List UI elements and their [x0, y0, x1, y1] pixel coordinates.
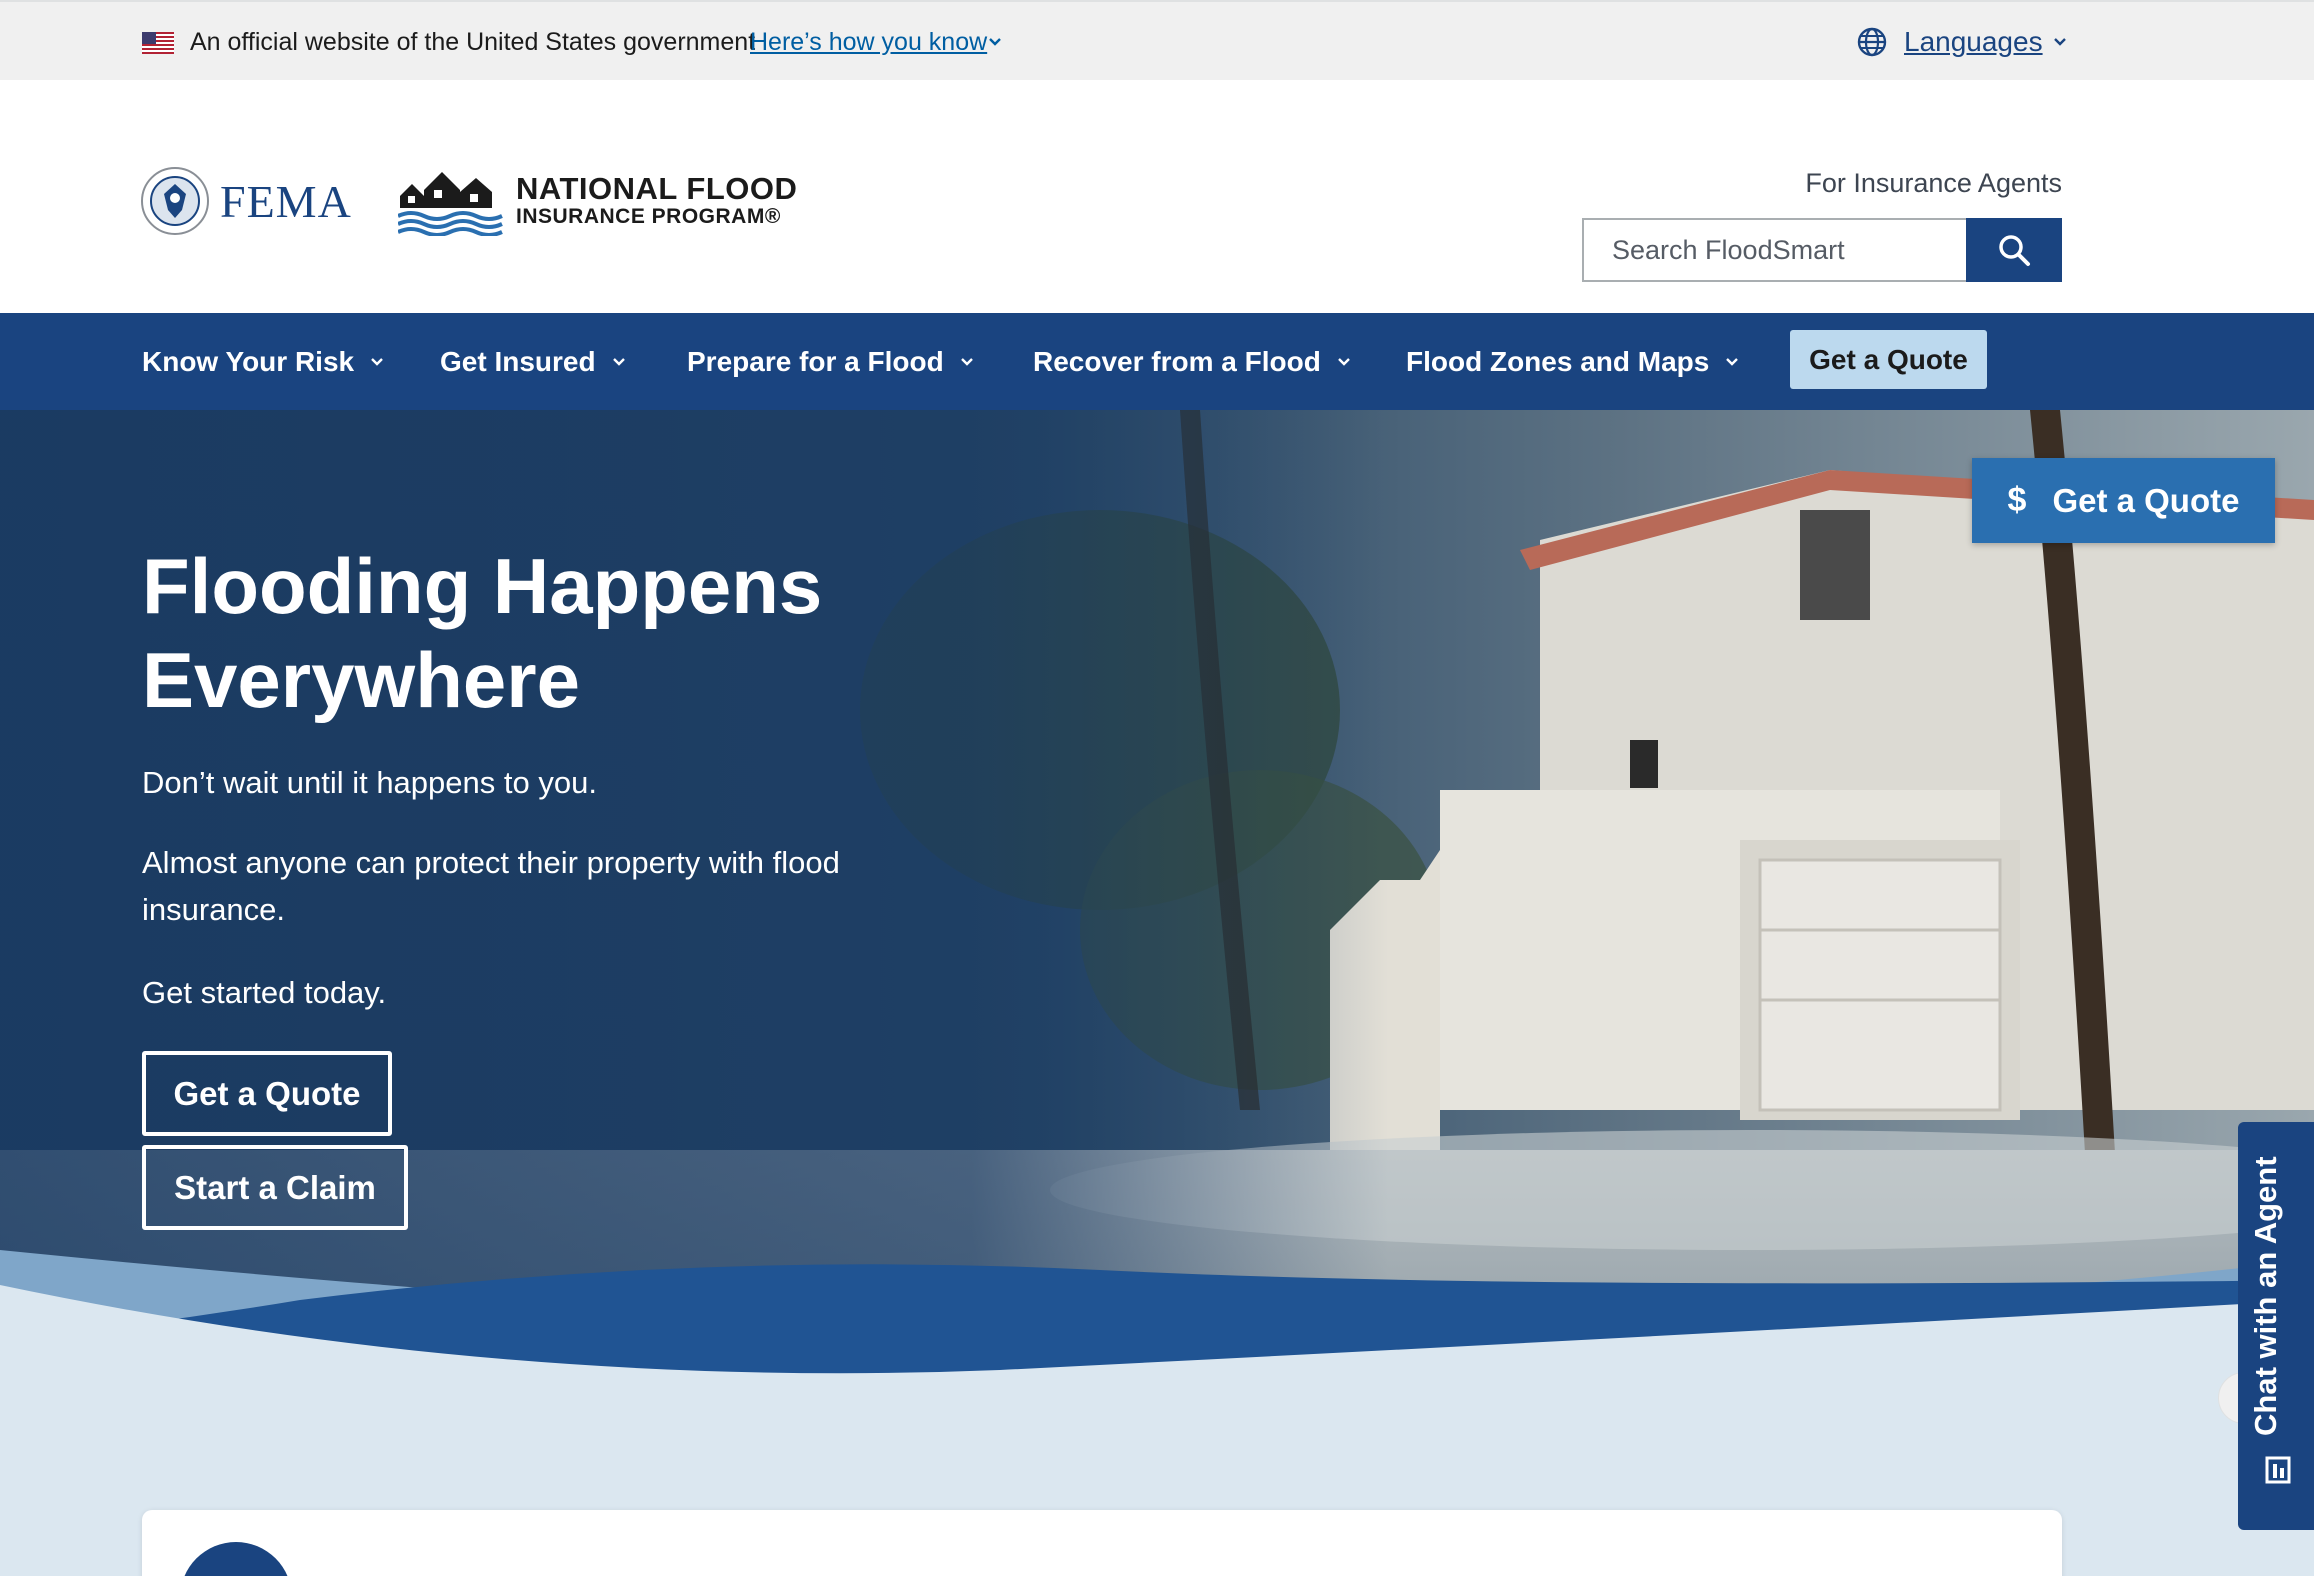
nav-flood-zones-and-maps[interactable]: Flood Zones and Maps [1406, 313, 1741, 410]
us-flag-icon [142, 32, 174, 54]
hero-title: Flooding Happens Everywhere [142, 542, 823, 724]
chevron-down-icon [2053, 38, 2066, 46]
fema-wordmark: FEMA [220, 175, 352, 227]
nav-label: Recover from a Flood [1033, 345, 1321, 377]
hero-paragraph-2: Almost anyone can protect their property… [142, 845, 840, 927]
chevron-down-icon [960, 357, 973, 366]
main-nav: Know Your Risk Get Insured Prepare for a… [0, 313, 2314, 410]
search-icon [1999, 235, 2030, 266]
dhs-seal-icon [141, 167, 209, 235]
languages-label: Languages [1904, 26, 2043, 57]
nav-recover-from-a-flood[interactable]: Recover from a Flood [1033, 313, 1353, 410]
nav-get-a-quote-button[interactable]: Get a Quote [1790, 330, 1987, 389]
nfip-line-1: NATIONAL FLOOD [516, 171, 798, 206]
gov-banner: An official website of the United States… [0, 0, 2314, 80]
nav-label: Get Insured [440, 345, 596, 377]
hero-paragraph-3: Get started today. [142, 975, 387, 1010]
gov-banner-text: An official website of the United States… [190, 28, 756, 56]
nav-label: Know Your Risk [142, 345, 355, 377]
search-button[interactable] [1966, 218, 2062, 282]
search-input[interactable] [1582, 218, 1967, 282]
languages-button[interactable]: Languages [1856, 24, 2069, 60]
nav-prepare-for-a-flood[interactable]: Prepare for a Flood [687, 313, 976, 410]
chevron-down-icon[interactable] [986, 33, 1004, 51]
fema-logo[interactable]: FEMA [140, 166, 352, 236]
floating-quote-label: Get a Quote [2052, 481, 2240, 519]
dollar-icon: $ [2007, 481, 2027, 519]
hero-get-a-quote-button[interactable]: Get a Quote [142, 1051, 392, 1136]
nfip-wordmark: NATIONAL FLOOD INSURANCE PROGRAM® [516, 173, 797, 227]
nav-label: Prepare for a Flood [687, 345, 944, 377]
nfip-line-2: INSURANCE PROGRAM® [516, 205, 781, 228]
site-header: FEMA NATIONAL FLOOD INSURANCE PROGRAM® F… [0, 80, 2314, 313]
nav-label: Flood Zones and Maps [1406, 345, 1710, 377]
chevron-down-icon [1726, 357, 1739, 366]
chevron-down-icon [1337, 357, 1350, 366]
floating-get-a-quote-button[interactable]: $ Get a Quote [1972, 458, 2275, 543]
start-a-claim-button[interactable]: Start a Claim [142, 1145, 408, 1230]
chevron-down-icon [371, 357, 383, 366]
nfip-logo[interactable]: NATIONAL FLOOD INSURANCE PROGRAM® [398, 164, 797, 236]
globe-icon [1857, 27, 1887, 57]
nfip-houses-icon [398, 172, 503, 236]
hero-section: Flooding Happens Everywhere Don’t wait u… [0, 410, 2314, 1576]
hero-paragraph-1: Don’t wait until it happens to you. [142, 765, 597, 800]
how-you-know-link[interactable]: Here’s how you know [750, 28, 987, 57]
chat-with-agent-label: Chat with an Agent [2248, 1156, 2283, 1436]
chat-book-icon [2265, 1456, 2291, 1484]
nav-get-insured[interactable]: Get Insured [440, 313, 628, 410]
insurance-agents-link[interactable]: For Insurance Agents [1805, 168, 2062, 199]
nav-know-your-risk[interactable]: Know Your Risk [142, 313, 386, 410]
chevron-down-icon [612, 357, 625, 366]
content-card [142, 1510, 2062, 1576]
